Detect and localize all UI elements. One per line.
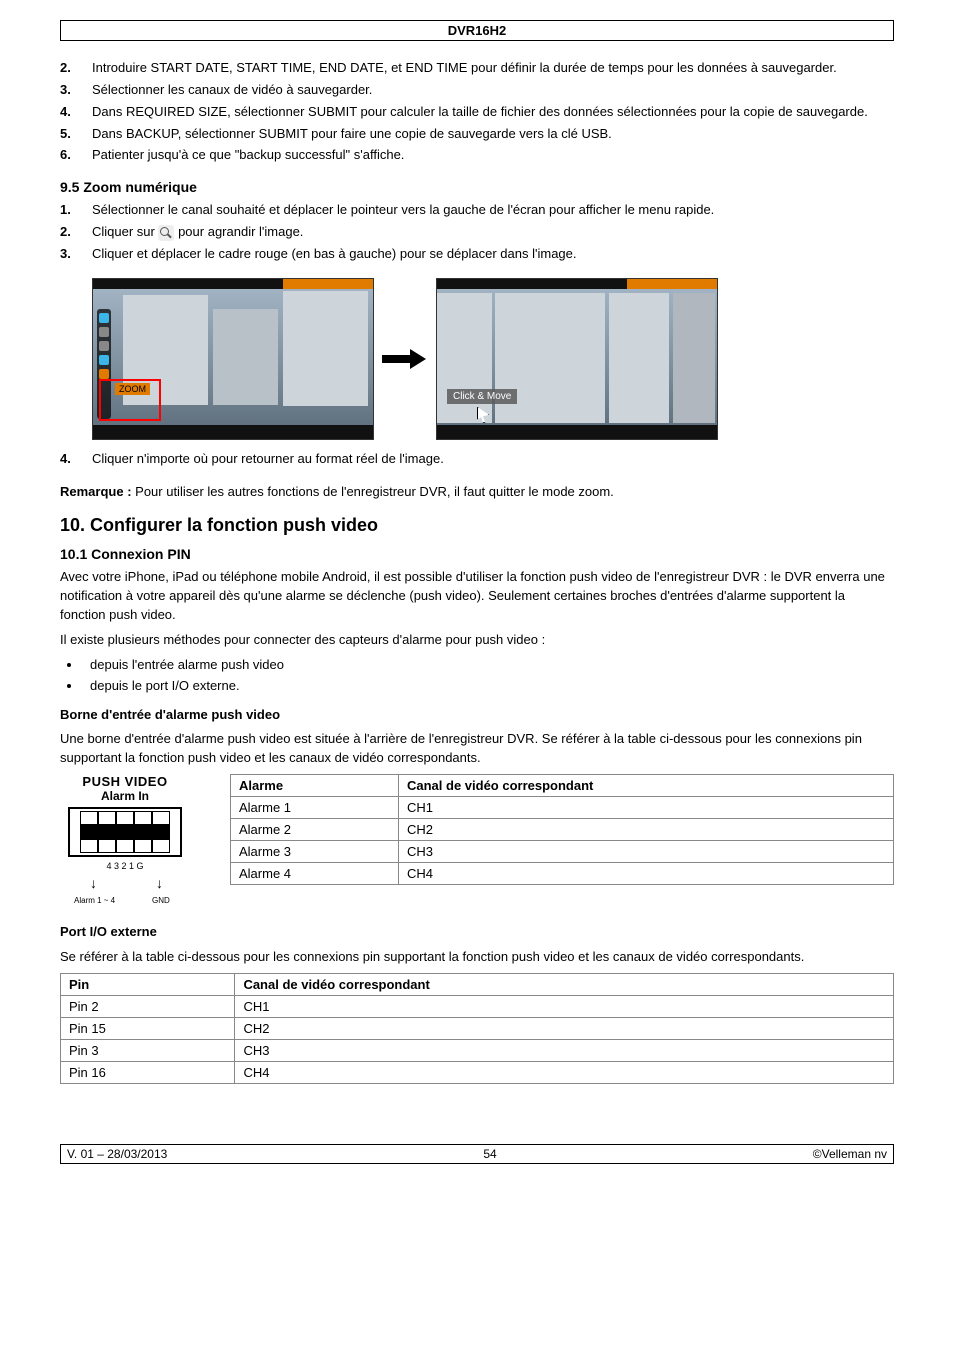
red-frame [99, 379, 161, 421]
table-row: Pin 16CH4 [61, 1061, 894, 1083]
item-number: 3. [60, 81, 92, 100]
item-text: Sélectionner les canaux de vidéo à sauve… [92, 81, 372, 100]
pin-labels: 4 3 2 1 G [60, 861, 190, 871]
item-text: Dans REQUIRED SIZE, sélectionner SUBMIT … [92, 103, 868, 122]
page-footer: V. 01 – 28/03/2013 54 ©Velleman nv [60, 1144, 894, 1164]
item-number: 3. [60, 245, 92, 264]
click-move-label: Click & Move [447, 389, 517, 404]
item-number: 1. [60, 201, 92, 220]
gnd-label: GND [152, 896, 170, 905]
list-item: 1.Sélectionner le canal souhaité et dépl… [60, 201, 914, 220]
zoom-steps-list-2: 4.Cliquer n'importe où pour retourner au… [60, 450, 914, 469]
item-number: 4. [60, 450, 92, 469]
item-text: Cliquer n'importe où pour retourner au f… [92, 450, 444, 469]
section-10-1-para1: Avec votre iPhone, iPad ou téléphone mob… [60, 568, 894, 625]
list-item: depuis le port I/O externe. [82, 677, 914, 696]
table-header: Canal de vidéo correspondant [399, 775, 894, 797]
item-text: Introduire START DATE, START TIME, END D… [92, 59, 837, 78]
section-10-1-para2: Il existe plusieurs méthodes pour connec… [60, 631, 894, 650]
list-item: 4.Cliquer n'importe où pour retourner au… [60, 450, 914, 469]
list-item: 3.Cliquer et déplacer le cadre rouge (en… [60, 245, 914, 264]
remark-label: Remarque : [60, 484, 132, 499]
portio-heading: Port I/O externe [60, 923, 894, 942]
table-row: Alarme 1CH1 [231, 797, 894, 819]
footer-page: 54 [483, 1147, 496, 1161]
section-9-5-heading: 9.5 Zoom numérique [60, 179, 914, 195]
footer-copyright: ©Velleman nv [813, 1147, 887, 1161]
item-text: Cliquer sur pour agrandir l'image. [92, 223, 303, 242]
backup-steps-list: 2.Introduire START DATE, START TIME, END… [60, 59, 914, 165]
remark-text: Pour utiliser les autres fonctions de l'… [132, 484, 614, 499]
arrow-right-icon [382, 349, 428, 369]
table-row: Pin 15CH2 [61, 1017, 894, 1039]
connector-title-2: Alarm In [60, 789, 190, 803]
remark: Remarque : Pour utiliser les autres fonc… [60, 483, 894, 502]
item-number: 2. [60, 223, 92, 242]
list-item: 6.Patienter jusqu'à ce que "backup succe… [60, 146, 914, 165]
table-row: Alarme 4CH4 [231, 863, 894, 885]
item-number: 4. [60, 103, 92, 122]
item-number: 6. [60, 146, 92, 165]
methods-list: depuis l'entrée alarme push video depuis… [82, 656, 914, 696]
connector-diagram: PUSH VIDEO Alarm In 4 3 2 1 G ↓ ↓ Alarm … [60, 774, 190, 905]
item-number: 5. [60, 125, 92, 144]
table-header: Canal de vidéo correspondant [235, 973, 894, 995]
section-10-1-heading: 10.1 Connexion PIN [60, 546, 914, 562]
pin-channel-table: PinCanal de vidéo correspondant Pin 2CH1… [60, 973, 894, 1084]
list-item: 2.Introduire START DATE, START TIME, END… [60, 59, 914, 78]
table-row: Pin 3CH3 [61, 1039, 894, 1061]
alarm-channel-table: AlarmeCanal de vidéo correspondant Alarm… [230, 774, 894, 885]
magnifier-icon [158, 225, 174, 241]
table-header: Alarme [231, 775, 399, 797]
list-item: 3.Sélectionner les canaux de vidéo à sau… [60, 81, 914, 100]
list-item: 4.Dans REQUIRED SIZE, sélectionner SUBMI… [60, 103, 914, 122]
table-row: Pin 2CH1 [61, 995, 894, 1017]
item-text: Sélectionner le canal souhaité et déplac… [92, 201, 714, 220]
table-header: Pin [61, 973, 235, 995]
list-item: 5.Dans BACKUP, sélectionner SUBMIT pour … [60, 125, 914, 144]
footer-version: V. 01 – 28/03/2013 [67, 1147, 167, 1161]
portio-text: Se référer à la table ci-dessous pour le… [60, 948, 894, 967]
page-header: DVR16H2 [60, 20, 894, 41]
table-row: Alarme 2CH2 [231, 819, 894, 841]
screenshot-right: Click & Move [436, 278, 718, 440]
item-text: Cliquer et déplacer le cadre rouge (en b… [92, 245, 577, 264]
list-item: depuis l'entrée alarme push video [82, 656, 914, 675]
item-text: Dans BACKUP, sélectionner SUBMIT pour fa… [92, 125, 612, 144]
zoom-steps-list: 1.Sélectionner le canal souhaité et dépl… [60, 201, 914, 264]
borne-text: Une borne d'entrée d'alarme push video e… [60, 730, 894, 768]
chapter-10-heading: 10. Configurer la fonction push video [60, 515, 914, 536]
screenshot-left: ZOOM [92, 278, 374, 440]
item-number: 2. [60, 59, 92, 78]
borne-heading: Borne d'entrée d'alarme push video [60, 706, 894, 725]
list-item: 2.Cliquer sur pour agrandir l'image. [60, 223, 914, 242]
alarm-range-label: Alarm 1 ~ 4 [74, 896, 115, 905]
table-row: Alarme 3CH3 [231, 841, 894, 863]
zoom-screenshots: ZOOM Click & Move [92, 278, 914, 440]
connector-title-1: PUSH VIDEO [60, 774, 190, 789]
connector-and-table-row: PUSH VIDEO Alarm In 4 3 2 1 G ↓ ↓ Alarm … [60, 774, 894, 905]
item-text: Patienter jusqu'à ce que "backup success… [92, 146, 404, 165]
